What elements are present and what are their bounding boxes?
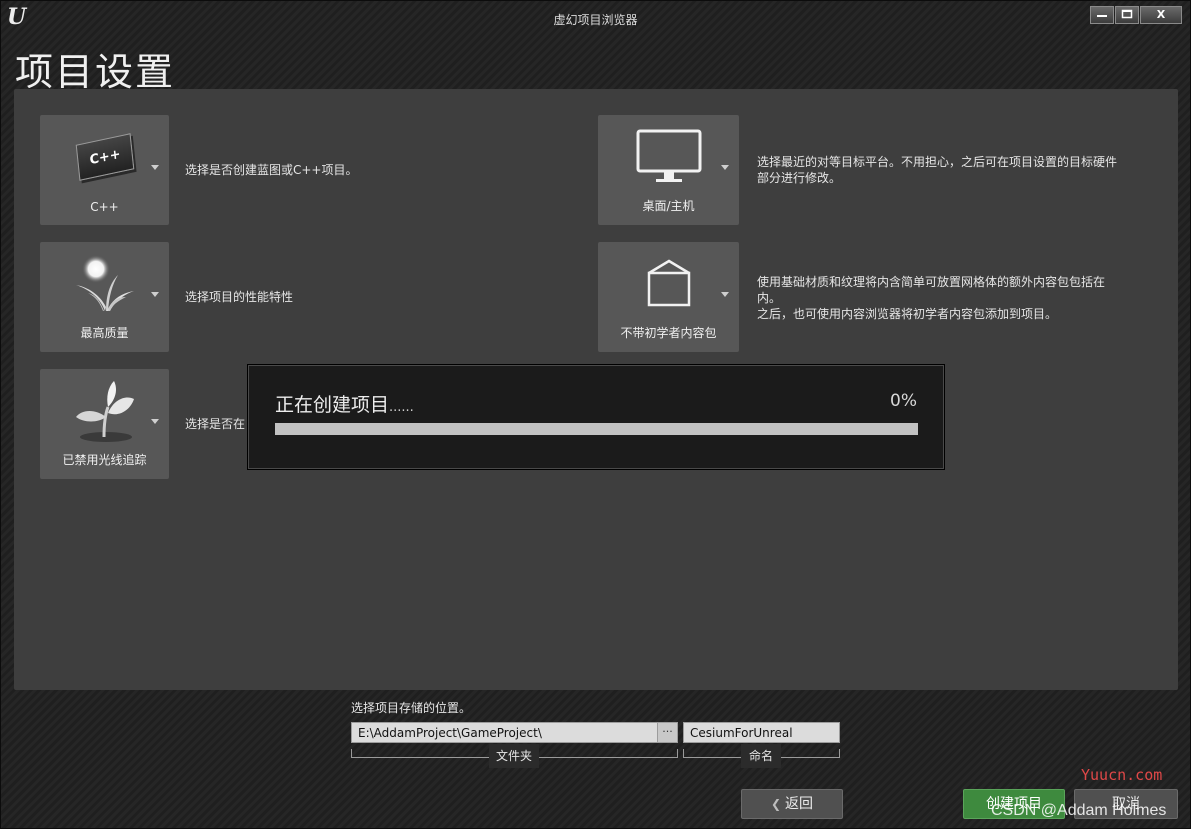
progress-dialog: 正在创建项目...... 0% xyxy=(248,365,944,469)
project-name-input[interactable]: CesiumForUnreal xyxy=(683,722,840,743)
window-controls: X xyxy=(1090,6,1182,24)
quality-description: 选择项目的性能特性 xyxy=(185,290,294,304)
starter-content-tile[interactable]: 不带初学者内容包 xyxy=(598,242,739,352)
close-button[interactable]: X xyxy=(1140,6,1182,24)
content-box-icon xyxy=(598,254,739,314)
browse-folder-button[interactable]: ··· xyxy=(657,723,677,742)
project-browser-window: U 虚幻项目浏览器 X 项目设置 C++ C++ 选择是否创建蓝图或C++项目。 xyxy=(0,0,1191,829)
tile-label: 已禁用光线追踪 xyxy=(62,453,147,467)
tile-label: 最高质量 xyxy=(80,326,129,340)
folder-path-input[interactable]: E:\AddamProject\GameProject\ ··· xyxy=(351,722,678,743)
project-name-value: CesiumForUnreal xyxy=(690,726,793,740)
monitor-icon xyxy=(598,127,739,187)
close-icon: X xyxy=(1156,8,1166,21)
description-line: 选择最近的对等目标平台。不用担心，之后可在项目设置的目标硬件 xyxy=(757,155,1118,169)
progress-title-text: 正在创建项目 xyxy=(275,394,390,416)
back-button[interactable]: ❮ 返回 xyxy=(741,789,843,819)
back-button-label: 返回 xyxy=(785,796,814,812)
chevron-down-icon[interactable] xyxy=(151,292,159,297)
project-type-tile[interactable]: C++ C++ xyxy=(40,115,169,225)
quality-tile[interactable]: 最高质量 xyxy=(40,242,169,352)
folder-path-value: E:\AddamProject\GameProject\ xyxy=(358,726,542,740)
chevron-down-icon[interactable] xyxy=(721,292,729,297)
maximize-button[interactable] xyxy=(1115,6,1139,24)
chevron-left-icon: ❮ xyxy=(770,797,782,811)
folder-label: 文件夹 xyxy=(489,744,539,768)
description-line: 内。 xyxy=(757,291,782,305)
tile-label: 桌面/主机 xyxy=(642,199,695,213)
maximize-icon xyxy=(1121,9,1133,19)
cpp-icon: C++ xyxy=(40,127,169,187)
progress-title: 正在创建项目...... xyxy=(275,390,414,417)
starter-content-description: 使用基础材质和纹理将内含简单可放置网格体的额外内容包包括在 内。 之后，也可使用… xyxy=(757,274,1105,322)
progress-bar xyxy=(275,423,918,435)
platform-description: 选择最近的对等目标平台。不用担心，之后可在项目设置的目标硬件 部分进行修改。 xyxy=(757,154,1117,186)
platform-tile[interactable]: 桌面/主机 xyxy=(598,115,739,225)
description-line: 使用基础材质和纹理将内含简单可放置网格体的额外内容包包括在 xyxy=(757,275,1106,289)
raytracing-plant-icon xyxy=(40,381,169,442)
author-watermark: CSDN @Addam Holmes xyxy=(991,802,1167,819)
site-watermark: Yuucn.com xyxy=(1081,766,1163,784)
chevron-down-icon[interactable] xyxy=(151,165,159,170)
raytracing-description: 选择是否在 xyxy=(185,417,246,431)
quality-icon xyxy=(40,254,169,314)
tile-label: C++ xyxy=(90,200,119,214)
raytracing-tile[interactable]: 已禁用光线追踪 xyxy=(40,369,169,479)
location-title: 选择项目存储的位置。 xyxy=(351,701,472,715)
chevron-down-icon[interactable] xyxy=(721,165,729,170)
tile-label: 不带初学者内容包 xyxy=(620,326,717,340)
progress-percent: 0% xyxy=(890,391,917,411)
name-label: 命名 xyxy=(741,744,781,768)
minimize-button[interactable] xyxy=(1090,6,1114,24)
window-title: 虚幻项目浏览器 xyxy=(553,13,638,27)
project-type-description: 选择是否创建蓝图或C++项目。 xyxy=(185,163,358,177)
description-line: 之后，也可使用内容浏览器将初学者内容包添加到项目。 xyxy=(757,307,1058,321)
minimize-icon xyxy=(1097,15,1107,17)
title-bar[interactable]: U 虚幻项目浏览器 X xyxy=(1,1,1190,35)
progress-ellipsis: ...... xyxy=(389,400,414,415)
page-title: 项目设置 xyxy=(15,50,176,94)
chevron-down-icon[interactable] xyxy=(151,419,159,424)
description-line: 部分进行修改。 xyxy=(757,171,842,185)
